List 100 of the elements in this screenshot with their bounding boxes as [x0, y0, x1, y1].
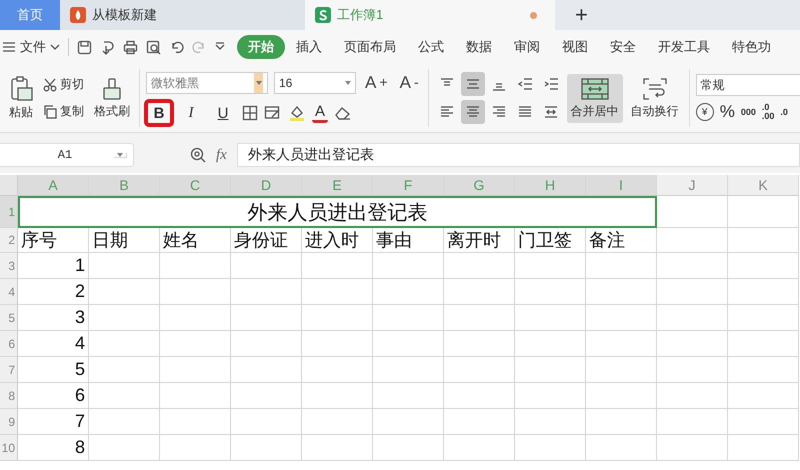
font-size-dropdown[interactable]: 16 [274, 72, 356, 94]
empty-cell [657, 253, 728, 279]
empty-cell [160, 383, 231, 409]
empty-cell [373, 409, 444, 435]
ribbon-tab[interactable]: 审阅 [503, 35, 551, 59]
font-color-button[interactable]: A [312, 103, 328, 123]
empty-cell [373, 383, 444, 409]
empty-cell [302, 253, 373, 279]
center-align-button[interactable] [460, 100, 485, 124]
empty-cell [160, 409, 231, 435]
document-tab[interactable]: 从模板新建 [60, 0, 305, 30]
empty-cell [728, 435, 799, 461]
empty-cell [89, 383, 160, 409]
percent-button[interactable]: % [720, 102, 735, 122]
copy-icon [43, 104, 57, 118]
ribbon-tab[interactable]: 页面布局 [333, 35, 407, 59]
empty-cell [160, 331, 231, 357]
empty-cell [444, 331, 515, 357]
empty-cell [515, 279, 586, 305]
menu-icon [2, 41, 16, 53]
ribbon-tab[interactable]: 插入 [285, 35, 333, 59]
empty-cell [515, 409, 586, 435]
empty-cell [302, 383, 373, 409]
clipboard-icon [9, 76, 33, 102]
empty-cell [302, 435, 373, 461]
align-left-icon [438, 105, 455, 119]
ribbon-tab[interactable]: 数据 [455, 35, 503, 59]
distributed-icon [542, 105, 559, 119]
italic-button[interactable]: I [178, 101, 204, 125]
currency-button[interactable]: ¥ [696, 103, 714, 121]
file-menu[interactable]: 文件 [0, 38, 69, 56]
empty-cell [586, 331, 657, 357]
empty-cell [728, 228, 799, 253]
empty-cell [89, 279, 160, 305]
eraser-icon [334, 105, 352, 121]
empty-cell [515, 435, 586, 461]
cut-button[interactable]: 剪切 [40, 74, 87, 95]
empty-cell [89, 331, 160, 357]
format-painter-button[interactable]: 格式刷 [91, 74, 133, 122]
ribbon-tab[interactable]: 视图 [551, 35, 599, 59]
thousands-button[interactable]: 000 [740, 108, 756, 116]
borders-icon [242, 105, 258, 121]
table-cell: 序号 [18, 228, 89, 253]
empty-cell [444, 409, 515, 435]
increase-decimal-button[interactable]: .0 .00 [762, 103, 774, 121]
table-cell: 进入时 [302, 228, 373, 253]
fill-color-icon [288, 104, 306, 122]
copy-button[interactable]: 复制 [40, 101, 87, 122]
middle-align-button[interactable] [460, 72, 485, 96]
empty-cell [302, 409, 373, 435]
empty-cell [231, 305, 302, 331]
save-icon [77, 40, 92, 54]
bold-button[interactable]: B [146, 101, 172, 125]
table-cell: 2 [18, 279, 89, 305]
table-cell: 4 [18, 331, 89, 357]
font-name-dropdown[interactable]: 微软雅黑 [146, 72, 268, 94]
ribbon-tab[interactable]: 特色功 [721, 35, 782, 59]
table-cell: 日期 [89, 228, 160, 253]
empty-cell [586, 305, 657, 331]
empty-cell [302, 331, 373, 357]
empty-cell [231, 331, 302, 357]
table-cell: 离开时 [444, 228, 515, 253]
empty-cell [515, 331, 586, 357]
align-middle-icon [464, 77, 481, 91]
table-cell: 6 [18, 383, 89, 409]
decrease-decimal-button[interactable]: .0 [780, 108, 788, 116]
wrap-text-button[interactable]: 自动换行 [626, 74, 683, 122]
empty-cell [444, 357, 515, 383]
ribbon-tab[interactable]: 安全 [599, 35, 647, 59]
name-box[interactable]: A1 [0, 143, 134, 167]
export-icon [100, 40, 115, 54]
empty-cell [231, 383, 302, 409]
print-preview-icon [146, 40, 161, 54]
new-tab-button[interactable]: + [569, 1, 594, 29]
empty-cell [302, 279, 373, 305]
table-cell: 门卫签 [515, 228, 586, 253]
ribbon-tab[interactable]: 开发工具 [647, 35, 721, 59]
empty-cell [89, 357, 160, 383]
empty-cell [231, 279, 302, 305]
paste-button[interactable]: 粘贴 [6, 74, 36, 122]
empty-cell [728, 196, 799, 228]
empty-cell [586, 383, 657, 409]
wrap-text-icon [642, 76, 668, 100]
empty-cell [373, 305, 444, 331]
empty-cell [444, 305, 515, 331]
table-cell: 身份证 [231, 228, 302, 253]
empty-cell [728, 279, 799, 305]
underline-button[interactable]: U [210, 101, 236, 125]
paint-brush-icon [101, 76, 123, 100]
empty-cell [373, 253, 444, 279]
formula-field[interactable]: 外来人员进出登记表 [236, 143, 800, 167]
number-format-dropdown[interactable]: 常规 [696, 74, 800, 96]
align-right-icon [490, 105, 507, 119]
zoom-icon [190, 147, 206, 163]
ribbon-tab[interactable]: 公式 [407, 35, 455, 59]
merge-center-button[interactable]: 合并居中 [566, 74, 623, 122]
table-cell: 备注 [586, 228, 657, 253]
empty-cell [515, 357, 586, 383]
empty-cell [657, 305, 728, 331]
function-label[interactable]: fx [216, 146, 227, 164]
